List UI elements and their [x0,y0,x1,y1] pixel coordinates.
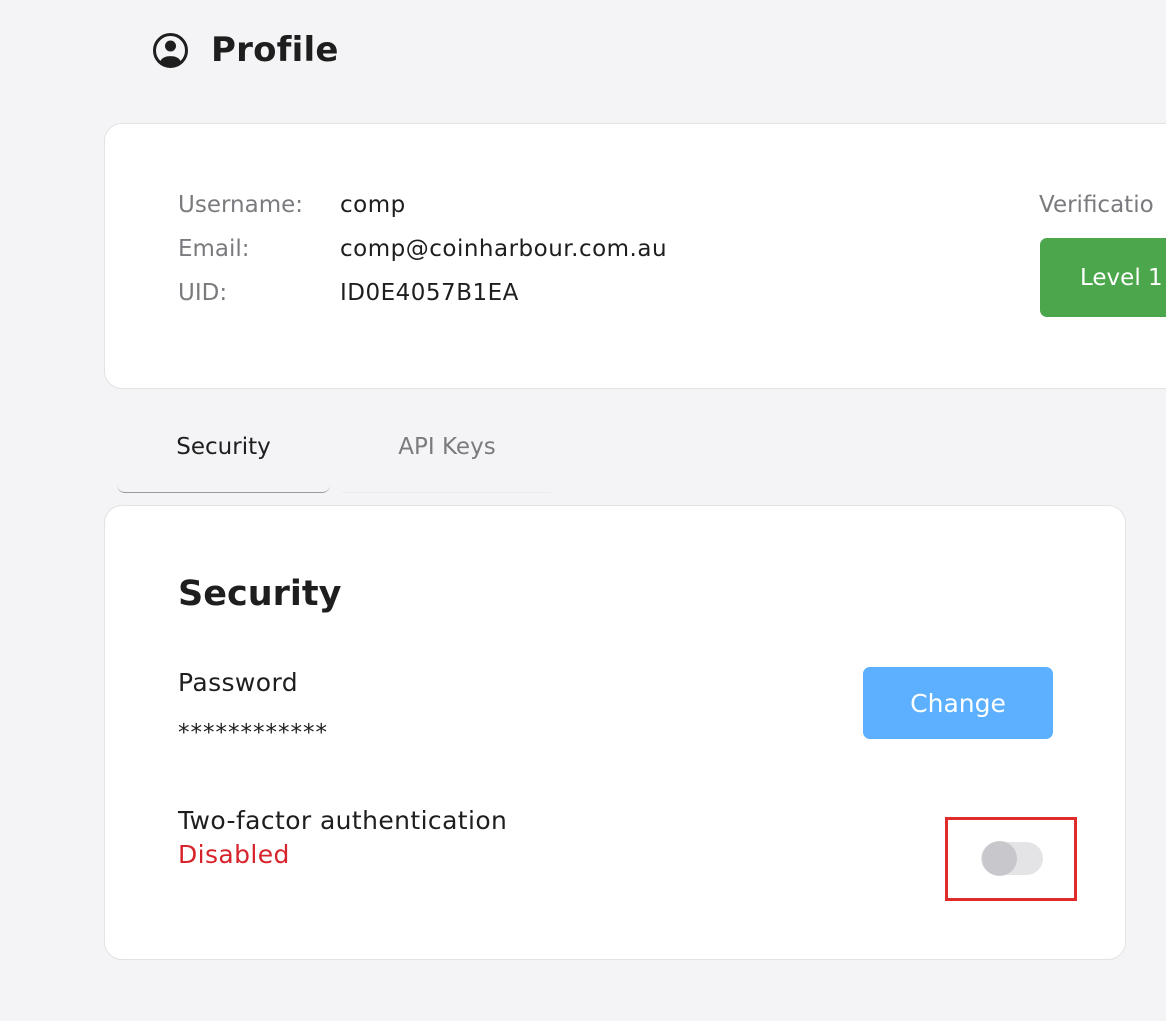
username-label: Username: [178,192,303,218]
password-label: Password [178,668,298,697]
uid-row: UID: ID0E4057B1EA [178,280,519,306]
profile-tabs: Security API Keys [117,402,556,493]
verification-label: Verificatio [1039,192,1154,218]
tab-api-keys[interactable]: API Keys [338,402,556,493]
change-password-button[interactable]: Change [863,667,1053,739]
tab-security[interactable]: Security [117,402,330,493]
two-factor-status: Disabled [178,840,290,869]
username-row: Username: comp [178,192,406,218]
two-factor-label: Two-factor authentication [178,806,508,835]
verification-level-badge[interactable]: Level 1 [1040,238,1166,317]
email-label: Email: [178,236,250,262]
password-mask: ************ [178,720,328,746]
email-row: Email: comp@coinharbour.com.au [178,236,667,262]
uid-label: UID: [178,280,228,306]
security-card: Security Password ************ Change Tw… [104,505,1126,960]
security-section-title: Security [178,574,342,614]
two-factor-toggle[interactable] [981,841,1043,876]
email-value: comp@coinharbour.com.au [340,236,668,262]
username-value: comp [340,192,406,218]
page-header: Profile [152,30,339,70]
user-circle-icon [152,32,189,69]
profile-card: Username: comp Email: comp@coinharbour.c… [104,123,1166,389]
uid-value: ID0E4057B1EA [340,280,519,306]
page-title: Profile [211,30,339,70]
toggle-knob [982,841,1017,876]
